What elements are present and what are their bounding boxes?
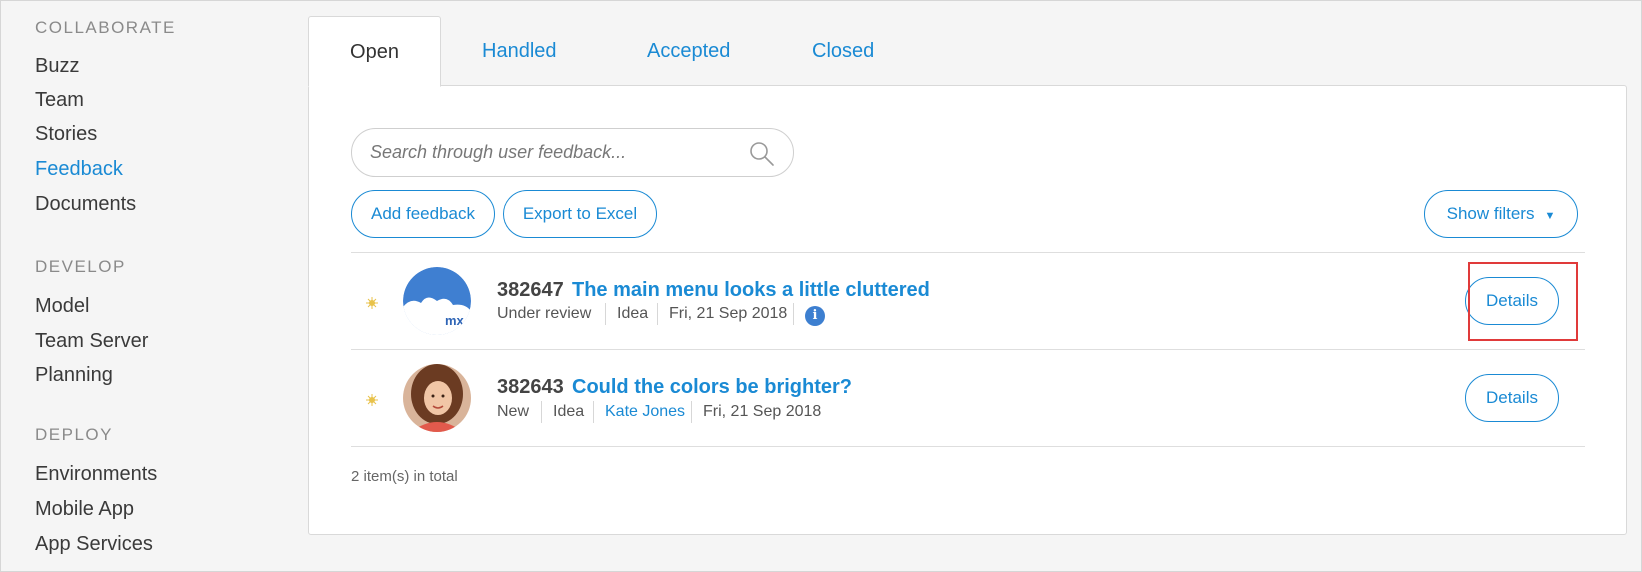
sidebar-item-buzz[interactable]: Buzz xyxy=(35,55,79,78)
meta-separator xyxy=(593,401,594,423)
mendix-cloud-logo-icon: mx xyxy=(403,267,471,335)
sparkle-icon xyxy=(366,297,378,309)
details-button[interactable]: Details xyxy=(1465,374,1559,422)
section-title-develop: DEVELOP xyxy=(35,257,126,276)
total-count: 2 item(s) in total xyxy=(351,468,458,485)
meta-separator xyxy=(605,303,606,325)
sidebar-item-planning[interactable]: Planning xyxy=(35,364,113,387)
sidebar-item-app-services[interactable]: App Services xyxy=(35,533,153,556)
feedback-status: New xyxy=(497,403,530,420)
tab-bar: Open Handled Accepted Closed xyxy=(308,16,1627,87)
feedback-title-link[interactable]: The main menu looks a little cluttered xyxy=(572,279,930,302)
meta-separator xyxy=(541,401,542,423)
details-highlight-box xyxy=(1468,262,1578,341)
show-filters-label: Show filters xyxy=(1446,204,1535,223)
search-icon[interactable] xyxy=(749,141,775,167)
sidebar-item-feedback[interactable]: Feedback xyxy=(35,158,123,181)
feedback-id: 382647 xyxy=(497,279,564,301)
add-feedback-button[interactable]: Add feedback xyxy=(351,190,495,238)
feedback-date: Fri, 21 Sep 2018 xyxy=(703,403,822,420)
sidebar-item-model[interactable]: Model xyxy=(35,295,89,318)
tab-open[interactable]: Open xyxy=(308,16,441,87)
sidebar-item-team-server[interactable]: Team Server xyxy=(35,330,148,353)
feedback-id: 382643 xyxy=(497,376,564,398)
meta-separator xyxy=(657,303,658,325)
sidebar-item-documents[interactable]: Documents xyxy=(35,193,136,216)
caret-down-icon: ▼ xyxy=(1544,210,1556,222)
tab-closed[interactable]: Closed xyxy=(812,16,874,86)
section-title-collaborate: COLLABORATE xyxy=(35,18,176,37)
sidebar-item-stories[interactable]: Stories xyxy=(35,123,97,146)
info-icon[interactable]: i xyxy=(805,306,825,326)
feedback-status: Under review xyxy=(497,305,592,322)
feedback-type: Idea xyxy=(553,403,585,420)
tab-handled[interactable]: Handled xyxy=(482,16,557,86)
sidebar-item-team[interactable]: Team xyxy=(35,89,84,112)
feedback-type: Idea xyxy=(617,305,649,322)
list-divider xyxy=(351,349,1585,350)
meta-separator xyxy=(691,401,692,423)
search-input[interactable] xyxy=(370,129,740,176)
meta-separator xyxy=(793,303,794,325)
feedback-date: Fri, 21 Sep 2018 xyxy=(669,305,788,322)
tab-accepted[interactable]: Accepted xyxy=(647,16,730,86)
feedback-title-link[interactable]: Could the colors be brighter? xyxy=(572,376,852,399)
avatar: mx xyxy=(403,267,471,335)
sidebar-item-mobile-app[interactable]: Mobile App xyxy=(35,498,134,521)
list-divider-top xyxy=(351,252,1585,253)
sidebar: COLLABORATE Buzz Team Stories Feedback D… xyxy=(1,1,271,572)
show-filters-button[interactable]: Show filters ▼ xyxy=(1424,190,1578,238)
export-excel-button[interactable]: Export to Excel xyxy=(503,190,657,238)
feedback-author-link[interactable]: Kate Jones xyxy=(605,403,685,421)
user-photo-icon xyxy=(403,364,471,432)
avatar xyxy=(403,364,471,432)
sparkle-icon xyxy=(366,394,378,406)
sidebar-item-environments[interactable]: Environments xyxy=(35,463,157,486)
list-divider-bottom xyxy=(351,446,1585,447)
section-title-deploy: DEPLOY xyxy=(35,425,113,444)
search-box xyxy=(351,128,794,177)
